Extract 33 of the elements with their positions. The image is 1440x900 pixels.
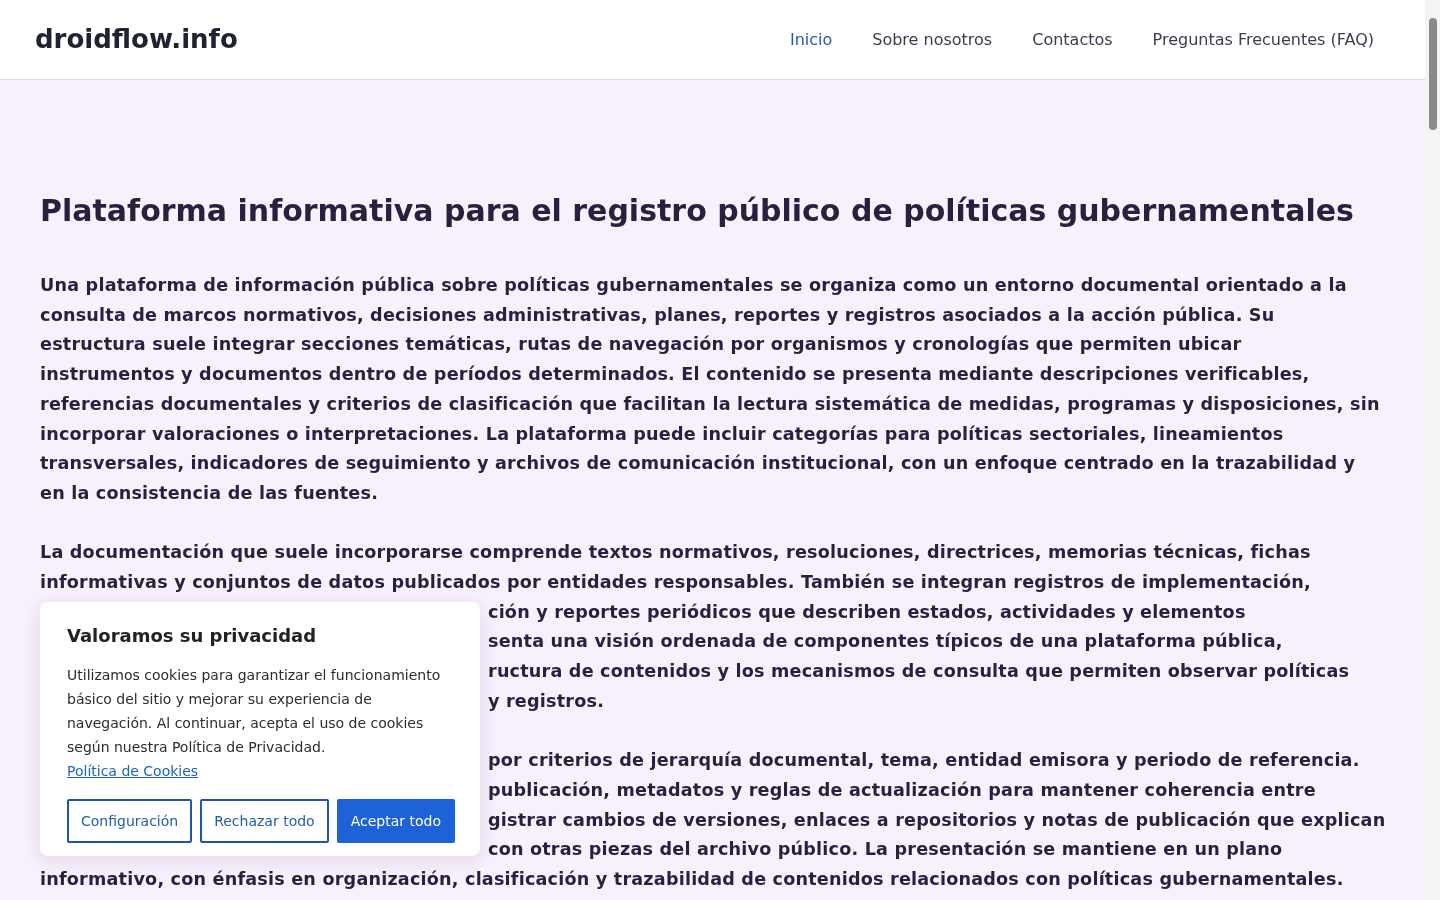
nav-link[interactable]: Sobre nosotros [856,27,1009,52]
text-line: en la consistencia de las fuentes. [40,482,379,503]
nav-link[interactable]: Inicio [773,27,849,52]
cookie-button[interactable]: Rechazar todo [200,799,329,843]
text-line: referencias documentales y criterios de clasificación que facilitan la lectura sistemática de medidas, programas y disposiciones, sin [40,393,1380,414]
scrollbar-thumb[interactable] [1429,18,1437,130]
banner-text: Utilizamos cookies para garantizar el funcionamiento básico del sitio y mejorar su experiencia de navegación. Al continuar, acepta el uso de cookies según nuestra Política de Privacidad. Política de Cookies [67,666,442,781]
text-line: informativo, con énfasis en organización, clasificación y trazabilidad de contenidos relacionados con políticas gubernamentales. [40,869,1344,890]
text-line: ructura de contenidos y los mecanismos de consulta que permiten observar políticas [488,661,1350,682]
text-line: por criterios de jerarquía documental, tema, entidad emisora y periodo de referencia. [488,750,1360,771]
text-line: ción y reportes periódicos que describen estados, actividades y elementos [488,601,1246,622]
text-line: consulta de marcos normativos, decisiones administrativas, planes, reportes y registros asociados a la acción pública. Su [40,304,1275,325]
page-title: Plataforma informativa para el registro público de políticas gubernamentales [40,193,1355,229]
scrollbar[interactable] [1425,0,1440,900]
nav-link[interactable]: Contactos [1016,27,1129,52]
text-line: La documentación que suele incorporarse comprende textos normativos, resoluciones, directrices, memorias técnicas, fichas [40,542,1311,563]
text-line: informativas y conjuntos de datos publicados por entidades responsables. También se integran registros de implementación, [40,572,1311,592]
text-line: Una plataforma de información pública sobre políticas gubernamentales se organiza como un entorno documental orientado a la [40,275,1347,295]
text-line: incorporar valoraciones o interpretaciones. La plataforma puede incluir categorías para políticas sectoriales, lineamientos [40,423,1284,444]
cookie-policy-link[interactable]: Política de Cookies [67,763,199,779]
cookie-button[interactable]: Configuración [67,799,193,843]
text-line: estructura suele integrar secciones temáticas, rutas de navegación por organismos y cronologías que permiten ubicar [40,334,1242,355]
text-line: senta una visión ordenada de componentes típicos de una plataforma pública, [488,631,1283,652]
nav-link[interactable]: Preguntas Frecuentes (FAQ) [1136,27,1390,52]
text-line: y registros. [488,690,605,711]
text-line: publicación, metadatos y reglas de actualización para mantener coherencia entre [488,779,1316,800]
text-line: con otras piezas del archivo público. La presentación se mantiene en un plano [488,839,1283,860]
cookie-button[interactable]: Aceptar todo [336,799,455,843]
banner-title: Valoramos su privacidad [67,624,318,648]
text-line: gistrar cambios de versiones, enlaces a repositorios y notas de publicación que explican [488,809,1386,830]
text-line: instrumentos y documentos dentro de períodos determinados. El contenido se presenta mediante descripciones verificables, [40,364,1310,385]
text-line: transversales, indicadores de seguimiento y archivos de comunicación institucional, con un enfoque centrado en la trazabilidad y [40,453,1356,474]
site-logo[interactable]: droidflow.info [35,20,238,59]
